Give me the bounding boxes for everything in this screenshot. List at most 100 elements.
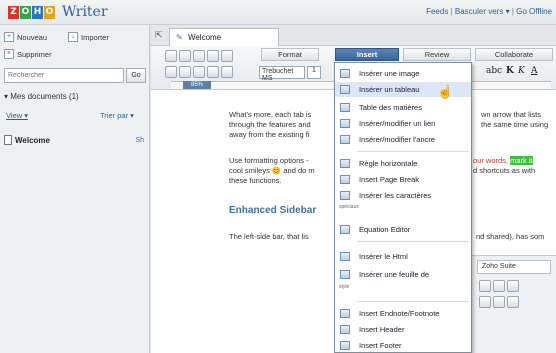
menu-item-insert-anchor[interactable]: Insérer/modifier l'ancre: [335, 132, 471, 147]
menu-item-label: Insérer/modifier un lien: [359, 119, 436, 128]
collapse-arrow-icon[interactable]: ⇱: [155, 30, 163, 41]
import-button[interactable]: ↓ Importer: [68, 30, 109, 44]
menu-item-insert-stylesheet[interactable]: Insérer une feuille de: [335, 267, 471, 282]
body-text: nd shared), has som: [476, 232, 545, 241]
share-icon[interactable]: Sh: [135, 137, 144, 144]
zoom-level[interactable]: 85%: [183, 81, 212, 89]
print-icon[interactable]: [193, 50, 205, 62]
section-heading: Enhanced Sidebar: [229, 205, 317, 216]
body-text: d shortcuts as with: [473, 166, 536, 175]
undo-icon[interactable]: [479, 296, 491, 308]
menu-item-label: Règle horizontale: [359, 159, 418, 168]
save-as-icon[interactable]: [493, 280, 505, 292]
menu-item-label: Insérer une image: [359, 69, 420, 78]
menu-item-caption: spéciaux: [339, 204, 359, 210]
italic-icon[interactable]: K: [518, 66, 525, 76]
my-documents-header[interactable]: ▾ Mes documents (1): [4, 92, 79, 101]
tab-zoho-suite[interactable]: Zoho Suite: [477, 260, 551, 274]
document-list-item[interactable]: Welcome Sh: [4, 133, 146, 147]
new-label: Nouveau: [17, 32, 48, 42]
menu-item-equation-editor[interactable]: Equation Editor: [335, 222, 471, 237]
tab-collaborate[interactable]: Collaborate: [475, 48, 553, 61]
menu-item-endnote-footnote[interactable]: Insert Endnote/Footnote: [335, 306, 471, 321]
body-text: the same time using: [481, 120, 549, 129]
save-icon[interactable]: [479, 280, 491, 292]
top-links: Feeds | Basculer vers ▾ | Go Offline: [426, 7, 552, 16]
delete-button[interactable]: × Supprimer: [4, 47, 52, 61]
menu-item-insert-image[interactable]: Insérer une image: [335, 66, 471, 81]
view-dropdown[interactable]: View ▾: [6, 111, 28, 120]
menu-item-label: Insérer une feuille de: [359, 270, 430, 279]
switch-link[interactable]: Basculer vers: [455, 7, 503, 16]
header-icon: [340, 325, 350, 334]
body-text: cool smileys 😊 and do m: [229, 166, 315, 175]
search-go-button[interactable]: Go: [126, 68, 146, 83]
colored-text: our words,: [473, 156, 509, 165]
top-bar: Z O H O Writer Feeds | Basculer vers ▾ |…: [0, 0, 556, 25]
menu-item-label: Table des matières: [359, 103, 422, 112]
delete-label: Supprimer: [17, 49, 52, 59]
menu-item-table-of-contents[interactable]: Table des matières: [335, 100, 471, 115]
menu-item-label: Insert Page Break: [359, 175, 420, 184]
copy-icon[interactable]: [207, 66, 219, 78]
body-text: wn arrow that lists: [481, 110, 542, 119]
print-icon[interactable]: [507, 280, 519, 292]
equation-icon: [340, 225, 350, 234]
tab-insert[interactable]: Insert: [335, 48, 399, 61]
undo-icon[interactable]: [165, 66, 177, 78]
html-icon: [340, 252, 350, 261]
body-text: The left-side bar, that lis: [229, 232, 309, 241]
redo-icon[interactable]: [493, 296, 505, 308]
bold-icon[interactable]: K: [506, 66, 514, 76]
feeds-link[interactable]: Feeds: [426, 7, 448, 16]
cut-icon[interactable]: [193, 66, 205, 78]
menu-item-page-break[interactable]: Insert Page Break: [335, 172, 471, 187]
save-as-icon[interactable]: [179, 50, 191, 62]
menu-item-insert-footer[interactable]: Insert Footer: [335, 338, 471, 353]
tab-welcome[interactable]: ✎ Welcome: [169, 28, 279, 46]
cut-icon[interactable]: [507, 296, 519, 308]
save-icon[interactable]: [165, 50, 177, 62]
share-doc-icon[interactable]: [221, 50, 233, 62]
strikethrough-abc-icon[interactable]: abc: [486, 66, 502, 76]
tab-format[interactable]: Format: [261, 48, 319, 61]
body-text: What's more, each tab is: [229, 110, 312, 119]
search-input[interactable]: [4, 68, 124, 83]
export-icon[interactable]: [207, 50, 219, 62]
highlighted-text: our words, mark it: [473, 156, 533, 166]
table-icon: [340, 85, 350, 94]
app-logo[interactable]: Z O H O Writer: [8, 4, 108, 20]
stylesheet-icon: [340, 270, 350, 279]
redo-icon[interactable]: [179, 66, 191, 78]
document-tab-bar: ⇱ ✎ Welcome: [151, 25, 556, 46]
sidebar: + Nouveau ↓ Importer × Supprimer Go ▾ Me…: [0, 25, 150, 353]
sort-dropdown[interactable]: Trier par ▾: [100, 111, 134, 120]
tab-review[interactable]: Review: [403, 48, 471, 61]
delete-icon: ×: [4, 49, 14, 59]
new-button[interactable]: + Nouveau: [4, 30, 47, 44]
underline-icon[interactable]: A: [531, 66, 538, 76]
link-icon: [340, 119, 350, 128]
logo-letter: Z: [8, 5, 19, 19]
logo-letter: H: [32, 5, 43, 19]
menu-item-insert-header[interactable]: Insert Header: [335, 322, 471, 337]
menu-item-insert-link[interactable]: Insérer/modifier un lien: [335, 116, 471, 131]
import-icon: ↓: [68, 32, 78, 42]
footnote-icon: [340, 309, 350, 318]
body-text: through the features and: [229, 120, 311, 129]
separator: |: [511, 7, 514, 16]
menu-item-insert-html[interactable]: Insérer le Html: [335, 249, 471, 264]
horizontal-rule-icon: [340, 159, 350, 168]
menu-item-horizontal-rule[interactable]: Règle horizontale: [335, 156, 471, 171]
tab-label: Welcome: [187, 33, 222, 42]
menu-separator: [357, 151, 469, 152]
new-document-icon: +: [4, 32, 14, 42]
font-size-select[interactable]: 1: [307, 66, 321, 79]
font-family-select[interactable]: Trebuchet MS: [259, 66, 305, 82]
menu-item-special-characters[interactable]: Insérer les caractères: [335, 188, 471, 203]
menu-item-caption: style: [339, 284, 350, 290]
go-offline-link[interactable]: Go Offline: [516, 7, 552, 16]
paste-icon[interactable]: [221, 66, 233, 78]
chevron-down-icon[interactable]: ▾: [506, 7, 510, 16]
logo-letter: O: [20, 5, 31, 19]
